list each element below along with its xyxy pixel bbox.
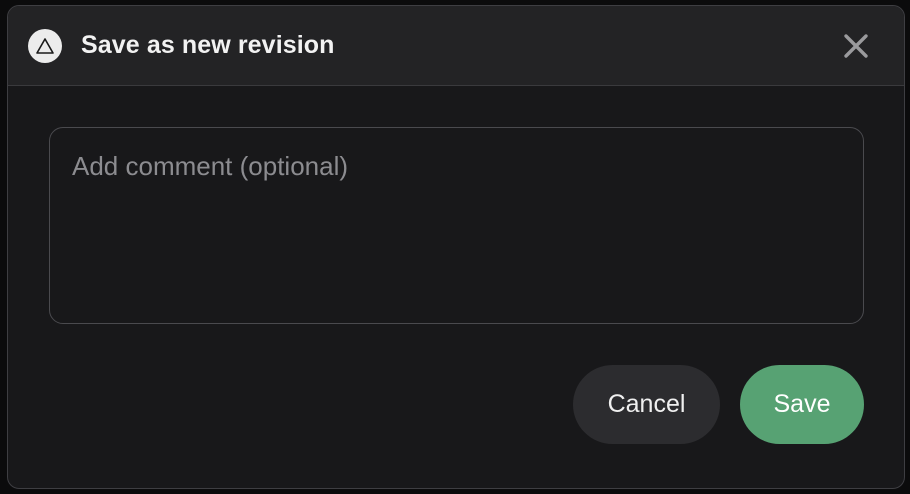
save-revision-dialog: Save as new revision Cancel Save <box>7 5 905 489</box>
comment-input[interactable] <box>49 127 864 324</box>
dialog-header: Save as new revision <box>8 6 904 86</box>
save-button[interactable]: Save <box>740 365 864 444</box>
close-button[interactable] <box>842 32 870 60</box>
dialog-body: Cancel Save <box>8 86 904 488</box>
app-logo <box>28 28 62 63</box>
cancel-button[interactable]: Cancel <box>573 365 720 444</box>
close-icon <box>844 34 868 58</box>
dialog-title: Save as new revision <box>81 31 335 59</box>
triangle-icon <box>36 37 54 54</box>
